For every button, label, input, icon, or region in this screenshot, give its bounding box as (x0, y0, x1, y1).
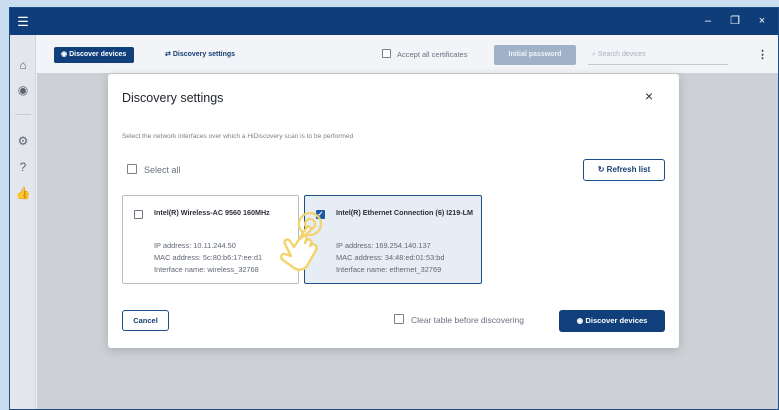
interface-mac: MAC address: 5c:80:b6:17:ee:d1 (154, 253, 263, 262)
search-placeholder: Search devices (597, 51, 646, 58)
checkbox-box[interactable] (394, 314, 404, 324)
discovery-settings-dialog: Discovery settings × Select the network … (108, 74, 679, 348)
select-all-checkbox[interactable]: Select all (127, 163, 181, 177)
sidebar: ⌂ ◉ ⚙ ? 👍 (10, 35, 36, 409)
sidebar-divider (15, 114, 31, 115)
discover-devices-label: Discover devices (585, 316, 648, 325)
discover-devices-label: Discover devices (69, 51, 127, 58)
select-all-label: Select all (144, 165, 181, 175)
discover-icon: ◉ (61, 51, 70, 58)
interface-iface-name: Interface name: ethernet_32769 (336, 265, 442, 274)
interface-ip: IP address: 169.254.140.137 (336, 241, 431, 250)
network-icon[interactable]: ⌂ (10, 54, 36, 76)
checkbox-box[interactable] (382, 49, 391, 58)
interface-card-ethernet[interactable]: ✓ Intel(R) Ethernet Connection (6) I219-… (304, 195, 482, 284)
hand-shape (280, 225, 318, 271)
interface-mac: MAC address: 34:48:ed:01:53:bd (336, 253, 445, 262)
discover-icon[interactable]: ◉ (10, 79, 36, 101)
discover-icon: ◉ (576, 316, 584, 325)
cancel-button[interactable]: Cancel (122, 310, 169, 331)
menu-icon[interactable]: ☰ (10, 8, 36, 35)
minimize-icon[interactable]: – (698, 8, 718, 35)
refresh-list-button[interactable]: ↻ Refresh list (583, 159, 665, 181)
restore-icon[interactable]: ❐ (725, 8, 745, 35)
settings-icon[interactable]: ⚙ (10, 130, 36, 152)
search-input[interactable]: ⌕ Search devices (588, 45, 728, 65)
help-icon[interactable]: ? (10, 156, 36, 178)
discovery-settings-tab[interactable]: ⇄ Discovery settings (165, 47, 235, 63)
hand-cursor-icon (280, 211, 322, 271)
accept-certificates-checkbox[interactable]: Accept all certificates (382, 47, 467, 63)
more-options-icon[interactable]: ⋮ (757, 45, 768, 65)
refresh-icon: ↻ (597, 165, 605, 174)
clear-table-checkbox[interactable]: Clear table before discovering (394, 313, 524, 327)
toolbar: ◉ Discover devices ⇄ Discovery settings … (37, 35, 778, 73)
clear-table-label: Clear table before discovering (411, 315, 524, 325)
title-bar: ☰ – ❐ × (10, 8, 778, 35)
checkbox-box[interactable] (127, 164, 137, 174)
initial-password-button[interactable]: Initial password (494, 45, 576, 65)
interface-name: Intel(R) Ethernet Connection (6) I219-LM (336, 208, 473, 217)
interface-ip: IP address: 10.11.244.50 (154, 241, 236, 250)
discover-devices-tab[interactable]: ◉ Discover devices (54, 47, 135, 63)
discover-devices-button[interactable]: ◉ Discover devices (559, 310, 665, 332)
sliders-icon: ⇄ (165, 51, 173, 58)
close-icon[interactable]: × (642, 88, 656, 104)
interface-checkbox[interactable] (134, 210, 143, 219)
interface-iface-name: Interface name: wireless_32768 (154, 265, 259, 274)
discovery-settings-label: Discovery settings (172, 51, 236, 58)
dialog-description: Select the network interfaces over which… (122, 133, 354, 140)
feedback-icon[interactable]: 👍 (10, 182, 36, 204)
dialog-title: Discovery settings (122, 91, 224, 105)
refresh-list-label: Refresh list (606, 165, 651, 174)
close-window-icon[interactable]: × (752, 8, 772, 35)
accept-certificates-label: Accept all certificates (397, 50, 468, 59)
